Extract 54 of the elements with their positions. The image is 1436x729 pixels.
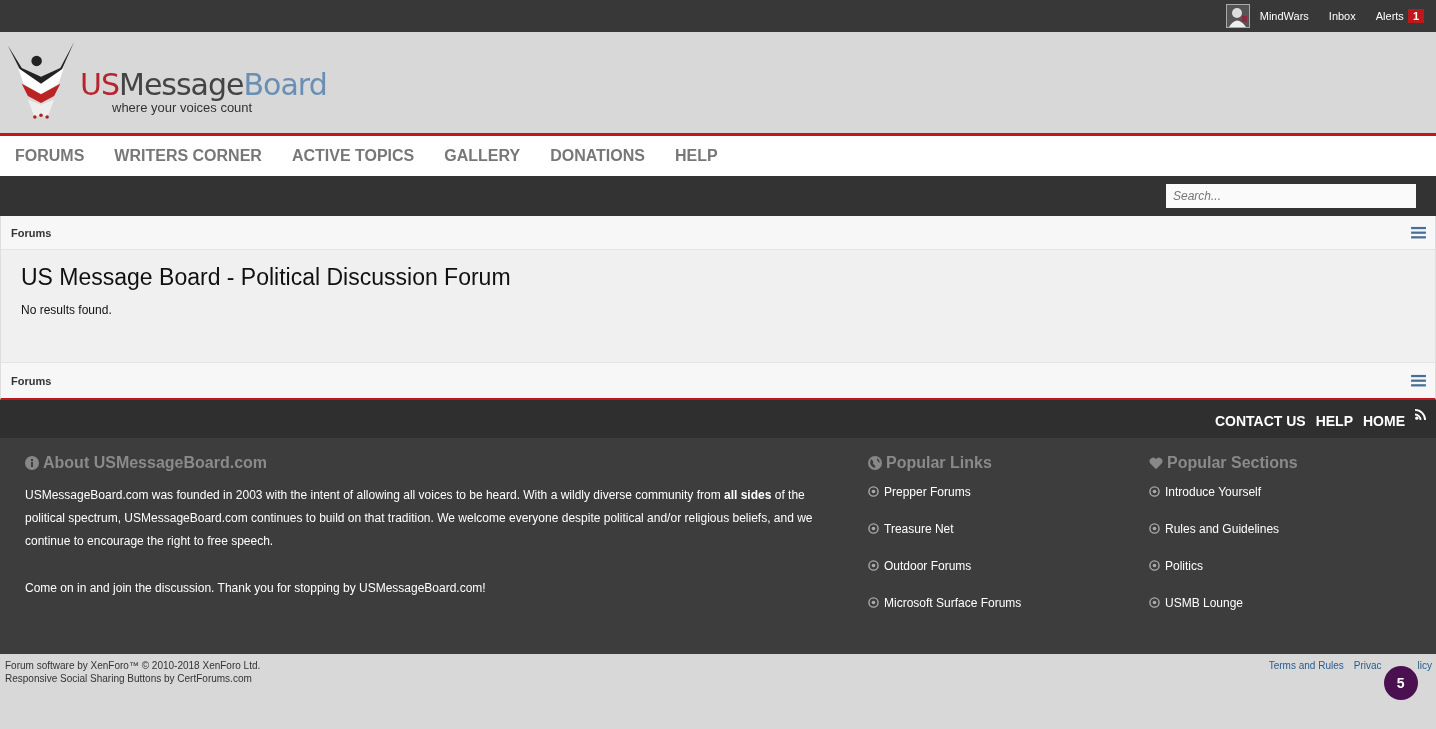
footer-nav-link[interactable]: HELP	[1315, 413, 1353, 429]
about-paragraph: Come on in and join the discussion. Thank you for stopping by USMessageBoard.com!	[25, 580, 487, 597]
empty-message: No results found.	[21, 303, 113, 317]
nav-tab[interactable]: FORUMS	[15, 147, 85, 165]
breadcrumb-link[interactable]: Forums	[11, 374, 52, 387]
site-logo-wordmark[interactable]: USMessageBoard	[80, 70, 327, 100]
footer-link[interactable]: Outdoor Forums	[884, 558, 972, 573]
alert-count-badge: 1	[1407, 9, 1424, 23]
top-link[interactable]: Alerts	[1375, 10, 1404, 22]
copyright-text: Responsive Social Sharing Buttons by CertForums.com	[5, 672, 253, 685]
avatar-icon[interactable]	[1225, 4, 1250, 28]
legal-link[interactable]: Terms and Rules	[1268, 660, 1344, 700]
top-link[interactable]: Inbox	[1328, 10, 1356, 22]
floating-count-badge[interactable]: 5	[1383, 666, 1418, 700]
username-link[interactable]: MindWars	[1259, 10, 1309, 22]
legal-link[interactable]: licy	[1417, 660, 1432, 700]
bullet-icon	[1149, 560, 1160, 571]
nav-tab[interactable]: DONATIONS	[550, 147, 645, 165]
info-icon	[25, 456, 39, 470]
footer-heading: Popular Links	[886, 454, 992, 472]
bullet-icon	[868, 523, 879, 534]
nav-tab[interactable]: HELP	[674, 147, 718, 165]
footer-nav-link[interactable]: HOME	[1363, 413, 1405, 429]
footer-heading: About USMessageBoard.com	[43, 454, 268, 472]
footer-link[interactable]: USMB Lounge	[1165, 595, 1244, 610]
copyright-text: Forum software by XenForo™ © 2010-2018 XenForo Ltd.	[5, 659, 261, 672]
bullet-icon	[868, 486, 879, 497]
footer-link[interactable]: Rules and Guidelines	[1165, 521, 1280, 536]
footer-link[interactable]: Politics	[1165, 558, 1203, 573]
footer-link[interactable]: Introduce Yourself	[1165, 484, 1262, 499]
site-tagline: where your voices count	[112, 100, 254, 115]
footer-nav-link[interactable]: CONTACT US	[1214, 413, 1306, 429]
legal-link[interactable]: Privac	[1353, 660, 1382, 700]
about-paragraph: USMessageBoard.com was founded in 2003 with the intent of allowing all voices to be heard. With a wildly diverse community from all sides of the political spectrum, USMessageBoard.com continues to build on that tradition. We welcome everyone despite political and/or religious beliefs, and we continue to encourage the right to free speech.	[25, 487, 814, 550]
bullet-icon	[1149, 523, 1160, 534]
footer-link[interactable]: Microsoft Surface Forums	[884, 595, 1022, 610]
bullet-icon	[1149, 597, 1160, 608]
breadcrumb-link[interactable]: Forums	[11, 226, 52, 239]
rss-icon[interactable]	[1415, 408, 1426, 420]
heart-icon	[1149, 456, 1163, 470]
menu-icon[interactable]	[1411, 226, 1426, 239]
menu-icon[interactable]	[1411, 374, 1426, 387]
bullet-icon	[868, 560, 879, 571]
footer-link[interactable]: Prepper Forums	[884, 484, 971, 499]
bullet-icon	[868, 597, 879, 608]
footer-link[interactable]: Treasure Net	[884, 521, 954, 536]
nav-tab[interactable]: WRITERS CORNER	[114, 147, 262, 165]
bullet-icon	[1149, 486, 1160, 497]
nav-tab[interactable]: GALLERY	[444, 147, 521, 165]
page-title: US Message Board - Political Discussion Forum	[21, 264, 512, 291]
globe-icon	[868, 456, 882, 470]
nav-tab[interactable]: ACTIVE TOPICS	[291, 147, 415, 165]
footer-heading: Popular Sections	[1167, 454, 1298, 472]
search-field[interactable]: Search...	[1166, 184, 1416, 208]
